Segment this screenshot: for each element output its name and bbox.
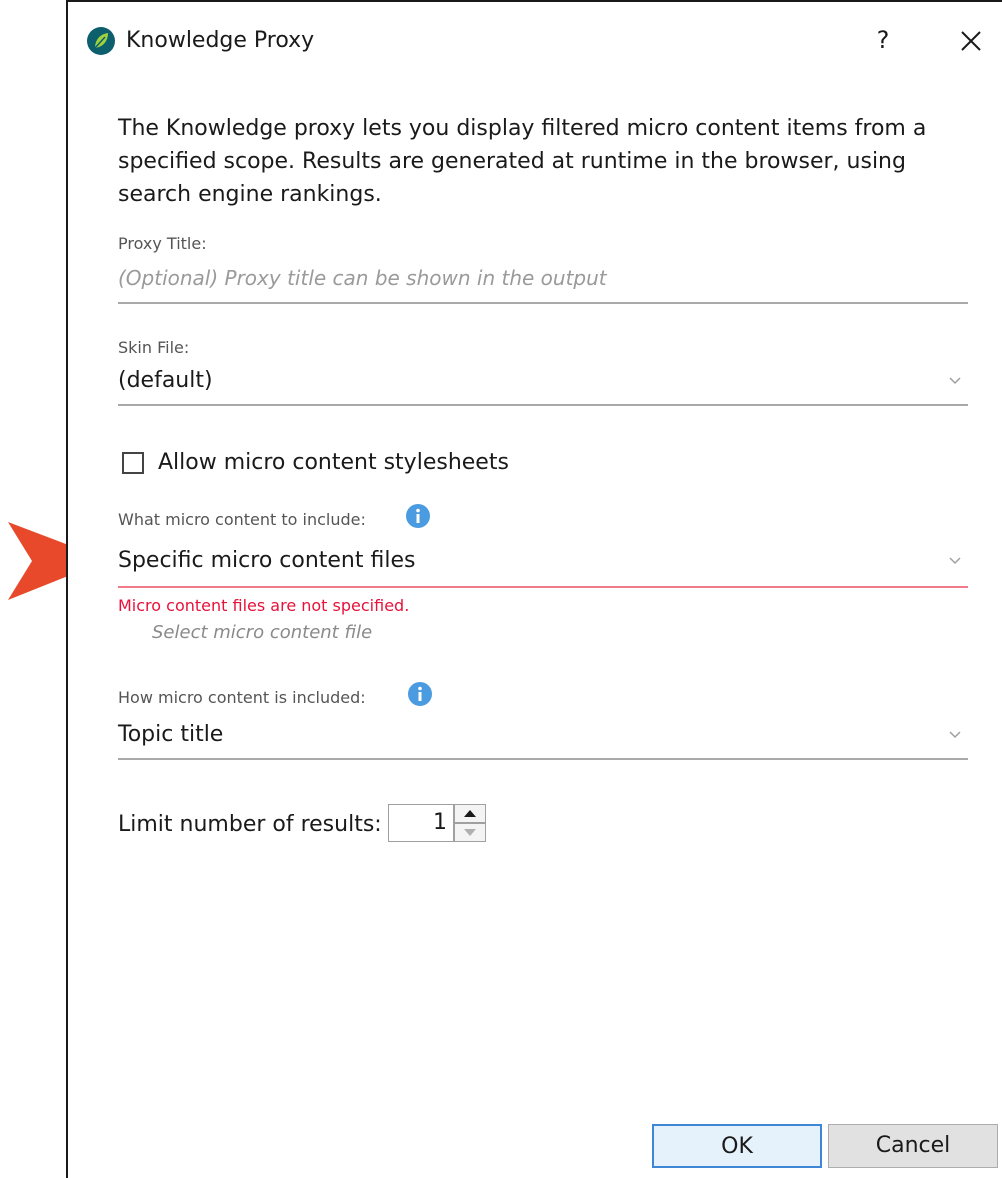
how-included-label: How micro content is included: bbox=[118, 688, 366, 707]
stepper-up-button[interactable] bbox=[454, 804, 486, 823]
select-micro-content-file-link[interactable]: Select micro content file bbox=[152, 622, 372, 643]
micro-content-include-underline-error bbox=[118, 586, 968, 588]
stepper-down-button[interactable] bbox=[454, 823, 486, 842]
dialog-content: The Knowledge proxy lets you display fil… bbox=[118, 112, 968, 842]
description-text: The Knowledge proxy lets you display fil… bbox=[118, 116, 927, 207]
limit-results-label: Limit number of results: bbox=[118, 812, 382, 837]
limit-results-input[interactable]: 1 bbox=[388, 804, 454, 842]
skin-file-dropdown[interactable]: (default) bbox=[118, 368, 213, 393]
chevron-down-icon[interactable] bbox=[948, 376, 962, 386]
help-button[interactable]: ? bbox=[868, 20, 898, 60]
allow-stylesheets-label[interactable]: Allow micro content stylesheets bbox=[158, 450, 509, 475]
ok-button[interactable]: OK bbox=[652, 1124, 822, 1168]
skin-file-underline bbox=[118, 404, 968, 406]
screenshot-stage: Knowledge Proxy ? The Knowledge proxy le… bbox=[0, 0, 1002, 1178]
dialog-title: Knowledge Proxy bbox=[126, 28, 315, 53]
proxy-title-underline bbox=[118, 302, 968, 304]
info-icon[interactable] bbox=[406, 504, 430, 528]
chevron-down-icon[interactable] bbox=[948, 556, 962, 566]
knowledge-proxy-dialog: Knowledge Proxy ? The Knowledge proxy le… bbox=[66, 0, 1002, 1178]
micro-content-error-message: Micro content files are not specified. bbox=[118, 596, 410, 615]
knowledge-proxy-app-icon bbox=[87, 27, 115, 55]
allow-stylesheets-checkbox[interactable] bbox=[122, 452, 144, 474]
proxy-title-label: Proxy Title: bbox=[118, 234, 207, 253]
proxy-title-input[interactable]: (Optional) Proxy title can be shown in t… bbox=[118, 266, 607, 290]
how-included-underline bbox=[118, 758, 968, 760]
cancel-button[interactable]: Cancel bbox=[828, 1124, 998, 1168]
title-bar: Knowledge Proxy ? bbox=[68, 2, 1002, 78]
micro-content-include-dropdown[interactable]: Specific micro content files bbox=[118, 548, 415, 573]
chevron-down-icon[interactable] bbox=[948, 730, 962, 740]
limit-results-stepper[interactable]: 1 bbox=[388, 804, 486, 842]
how-included-dropdown[interactable]: Topic title bbox=[118, 722, 223, 747]
close-icon[interactable] bbox=[952, 22, 990, 60]
triangle-down-icon bbox=[464, 829, 476, 836]
triangle-up-icon bbox=[464, 810, 476, 817]
skin-file-label: Skin File: bbox=[118, 338, 190, 357]
micro-content-include-label: What micro content to include: bbox=[118, 510, 366, 529]
info-icon[interactable] bbox=[408, 682, 432, 706]
